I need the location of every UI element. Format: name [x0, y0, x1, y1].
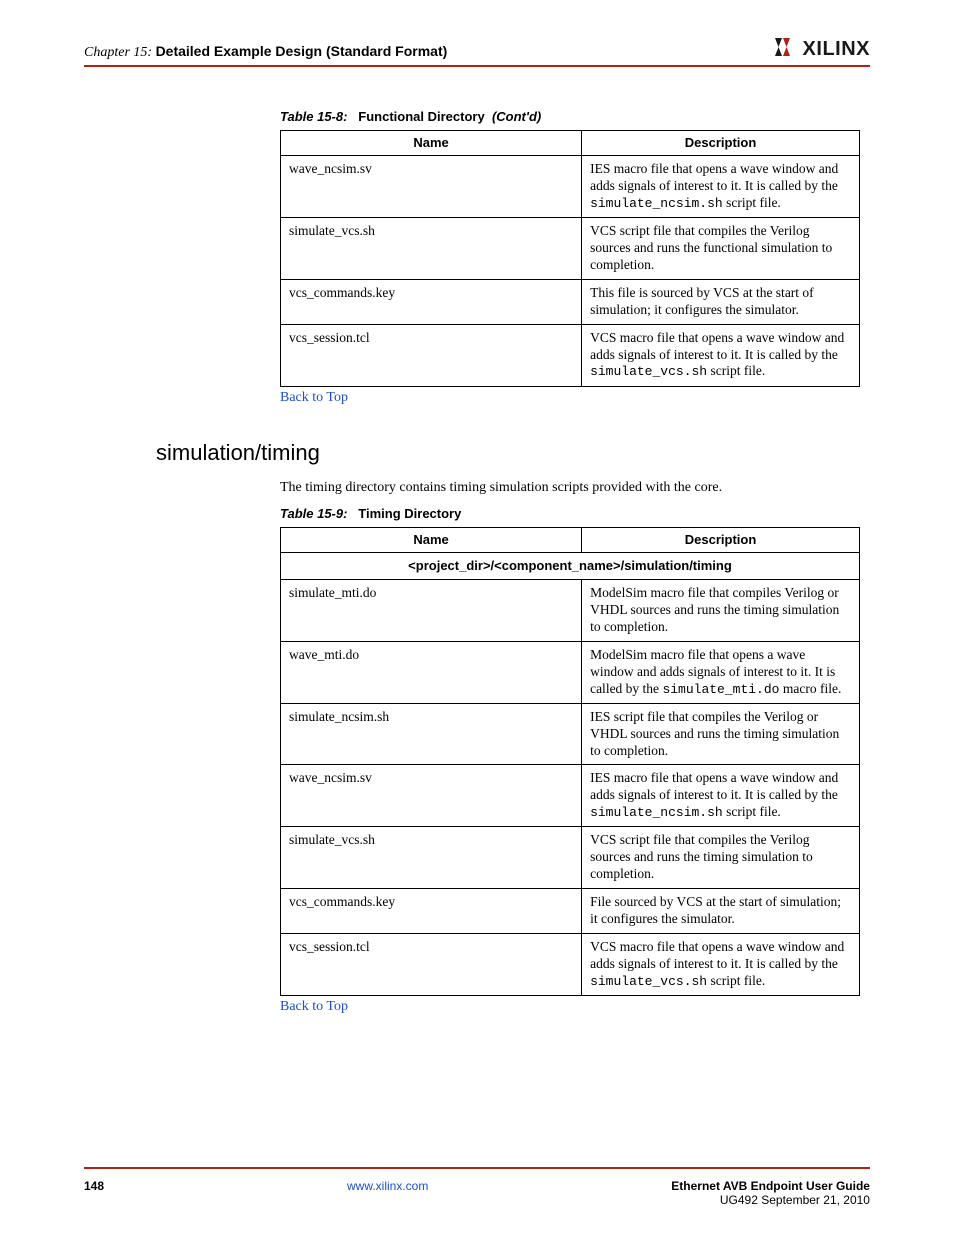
table2-col-name: Name — [281, 527, 582, 552]
table-row: simulate_vcs.shVCS script file that comp… — [281, 827, 860, 889]
code-span: simulate_mti.do — [662, 682, 779, 697]
table1-col-desc: Description — [582, 131, 860, 156]
footer-doc-sub: UG492 September 21, 2010 — [720, 1193, 870, 1207]
code-span: simulate_ncsim.sh — [590, 805, 723, 820]
vendor-logo-text: XILINX — [803, 38, 870, 61]
table-header-row: Name Description — [281, 527, 860, 552]
xilinx-logo-icon — [775, 38, 797, 61]
table-row: vcs_session.tclVCS macro file that opens… — [281, 324, 860, 386]
chapter-label: Chapter 15: — [84, 45, 152, 60]
file-name-cell: wave_ncsim.sv — [281, 156, 582, 218]
description-cell: IES macro file that opens a wave window … — [582, 156, 860, 218]
description-cell: VCS script file that compiles the Verilo… — [582, 827, 860, 889]
table1-caption: Table 15-8: Functional Directory (Cont'd… — [280, 109, 870, 124]
table-row: wave_mti.doModelSim macro file that open… — [281, 641, 860, 703]
file-name-cell: vcs_session.tcl — [281, 324, 582, 386]
code-span: simulate_ncsim.sh — [590, 196, 723, 211]
table-row: vcs_session.tclVCS macro file that opens… — [281, 933, 860, 995]
table1-caption-title: Functional Directory — [358, 109, 484, 124]
table2-section-header: <project_dir>/<component_name>/simulatio… — [281, 552, 860, 579]
description-cell: IES script file that compiles the Verilo… — [582, 703, 860, 765]
table-header-row: Name Description — [281, 131, 860, 156]
description-cell: VCS macro file that opens a wave window … — [582, 324, 860, 386]
file-name-cell: vcs_commands.key — [281, 279, 582, 324]
chapter-title: Detailed Example Design (Standard Format… — [156, 43, 448, 59]
footer-doc-title: Ethernet AVB Endpoint User Guide — [671, 1179, 870, 1193]
file-name-cell: vcs_session.tcl — [281, 933, 582, 995]
chapter-breadcrumb: Chapter 15: Detailed Example Design (Sta… — [84, 43, 447, 61]
footer-right: Ethernet AVB Endpoint User Guide UG492 S… — [671, 1179, 870, 1207]
table-row: simulate_vcs.shVCS script file that comp… — [281, 218, 860, 280]
description-cell: This file is sourced by VCS at the start… — [582, 279, 860, 324]
file-name-cell: simulate_vcs.sh — [281, 827, 582, 889]
description-cell: ModelSim macro file that opens a wave wi… — [582, 641, 860, 703]
section-intro: The timing directory contains timing sim… — [280, 480, 870, 496]
table1-caption-prefix: Table 15-8: — [280, 109, 347, 124]
table-row: vcs_commands.keyFile sourced by VCS at t… — [281, 889, 860, 934]
table-row: <project_dir>/<component_name>/simulatio… — [281, 552, 860, 579]
footer-rule — [84, 1167, 870, 1169]
description-cell: VCS script file that compiles the Verilo… — [582, 218, 860, 280]
file-name-cell: simulate_mti.do — [281, 580, 582, 642]
file-name-cell: wave_mti.do — [281, 641, 582, 703]
table-row: simulate_ncsim.shIES script file that co… — [281, 703, 860, 765]
table2-caption-prefix: Table 15-9: — [280, 506, 347, 521]
table1-col-name: Name — [281, 131, 582, 156]
table-row: vcs_commands.keyThis file is sourced by … — [281, 279, 860, 324]
page-number: 148 — [84, 1179, 104, 1193]
functional-directory-table: Name Description wave_ncsim.svIES macro … — [280, 130, 860, 387]
description-cell: ModelSim macro file that compiles Verilo… — [582, 580, 860, 642]
description-cell: VCS macro file that opens a wave window … — [582, 933, 860, 995]
description-cell: IES macro file that opens a wave window … — [582, 765, 860, 827]
file-name-cell: simulate_ncsim.sh — [281, 703, 582, 765]
timing-directory-table: Name Description <project_dir>/<componen… — [280, 527, 860, 996]
file-name-cell: vcs_commands.key — [281, 889, 582, 934]
table2-caption-title: Timing Directory — [358, 506, 461, 521]
description-cell: File sourced by VCS at the start of simu… — [582, 889, 860, 934]
code-span: simulate_vcs.sh — [590, 974, 707, 989]
page-header: Chapter 15: Detailed Example Design (Sta… — [84, 38, 870, 67]
file-name-cell: simulate_vcs.sh — [281, 218, 582, 280]
table2-col-desc: Description — [582, 527, 860, 552]
page-footer: 148 www.xilinx.com Ethernet AVB Endpoint… — [84, 1179, 870, 1207]
footer-url[interactable]: www.xilinx.com — [347, 1179, 428, 1193]
table1-caption-suffix: (Cont'd) — [492, 109, 541, 124]
table2-caption: Table 15-9: Timing Directory — [280, 506, 870, 521]
vendor-logo: XILINX — [775, 38, 870, 61]
table-row: wave_ncsim.svIES macro file that opens a… — [281, 765, 860, 827]
file-name-cell: wave_ncsim.sv — [281, 765, 582, 827]
code-span: simulate_vcs.sh — [590, 364, 707, 379]
back-to-top-link-1[interactable]: Back to Top — [280, 390, 348, 406]
section-heading: simulation/timing — [156, 440, 870, 466]
table-row: simulate_mti.doModelSim macro file that … — [281, 580, 860, 642]
table-row: wave_ncsim.svIES macro file that opens a… — [281, 156, 860, 218]
back-to-top-link-2[interactable]: Back to Top — [280, 999, 348, 1015]
